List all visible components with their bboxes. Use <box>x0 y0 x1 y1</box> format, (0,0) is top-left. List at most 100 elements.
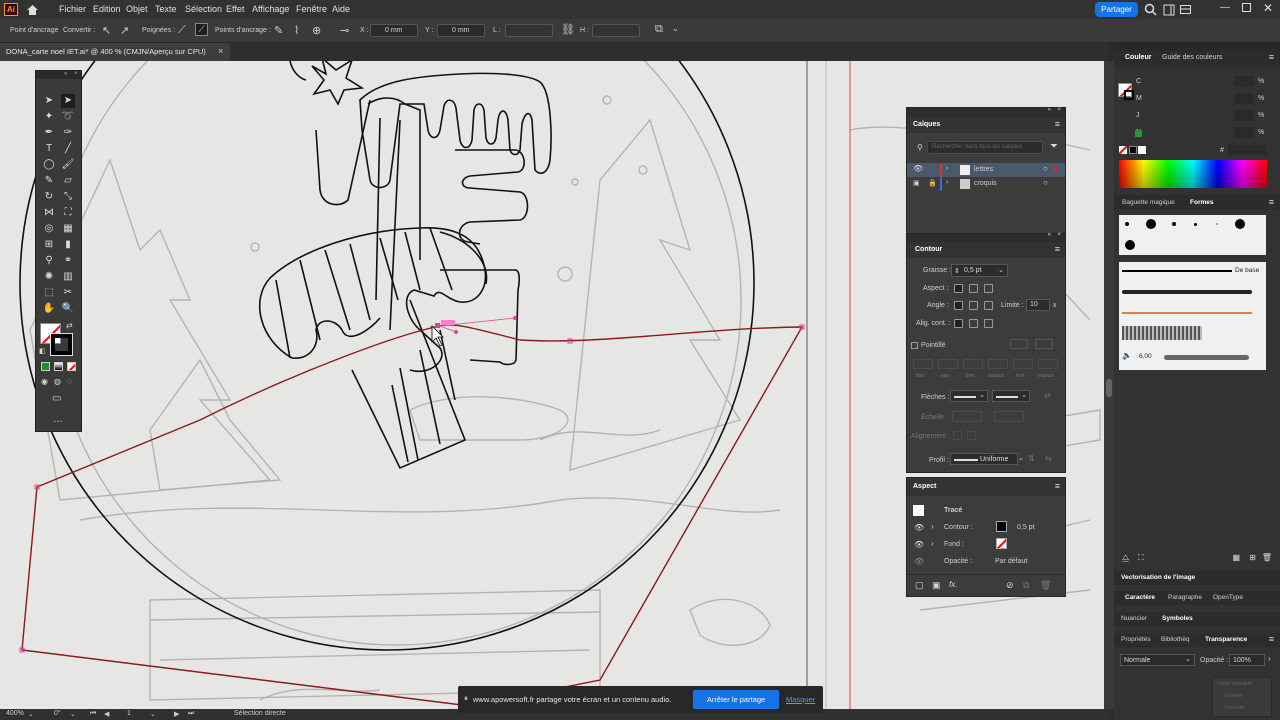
cmyk-m-field[interactable] <box>1234 93 1254 104</box>
minimize-icon[interactable]: — <box>1220 2 1230 13</box>
brush-tip[interactable] <box>1146 219 1156 229</box>
first-artboard-icon[interactable]: ⏮ <box>90 710 96 718</box>
artboard-number[interactable]: 1 <box>127 710 131 717</box>
gradient-tool-icon[interactable]: ▮ <box>61 238 75 252</box>
align-h-icon[interactable]: ⊸ <box>340 24 349 37</box>
none-mode-button[interactable] <box>67 362 76 371</box>
menu-affichage[interactable]: Affichage <box>252 4 289 14</box>
zoom-tool-icon[interactable]: 🔍 <box>61 302 75 316</box>
tab-guide-couleurs[interactable]: Guide des couleurs <box>1162 54 1222 61</box>
handle-point[interactable] <box>513 316 517 320</box>
trash-icon[interactable]: 🗑 <box>1262 553 1272 562</box>
selection-tool-icon[interactable]: ➤ <box>42 94 56 108</box>
tab-transparence[interactable]: Transparence <box>1205 636 1247 643</box>
gradient-mode-button[interactable] <box>54 362 63 371</box>
delete-icon[interactable]: ▦ <box>1232 553 1240 562</box>
tab-vectorisation[interactable]: Vectorisation de l'image <box>1121 574 1195 581</box>
expand-arrow-icon[interactable]: › <box>1268 654 1271 663</box>
more-chevron-icon[interactable]: ⌄ <box>672 24 679 33</box>
show-handles-icon[interactable]: ⟋ <box>178 24 186 37</box>
tab-opentype[interactable]: OpenType <box>1213 594 1243 601</box>
menu-effet[interactable]: Effet <box>226 4 244 14</box>
menu-aide[interactable]: Aide <box>332 4 350 14</box>
limit-field[interactable]: 10 <box>1026 299 1050 311</box>
draw-normal-icon[interactable]: ◉ <box>41 377 48 386</box>
round-cap-icon[interactable] <box>969 284 978 293</box>
lasso-tool-icon[interactable]: ➰ <box>61 110 75 124</box>
brush-tip[interactable] <box>1216 223 1218 225</box>
green-swatch[interactable] <box>1135 130 1142 137</box>
stroke-attr-label[interactable]: Contour : <box>944 524 973 531</box>
shaper-tool-icon[interactable]: ✎ <box>42 174 56 188</box>
slice-tool-icon[interactable]: ✂ <box>61 286 75 300</box>
panel-menu-icon[interactable]: ≡ <box>1269 634 1274 644</box>
end-arrowhead-select[interactable]: ⌄ <box>992 390 1030 402</box>
search-icon[interactable] <box>1144 3 1157 16</box>
y-field[interactable]: 0 mm <box>437 24 485 37</box>
tab-caractere[interactable]: Caractère <box>1125 594 1155 601</box>
convert-corner-icon[interactable]: ↖ <box>102 24 111 37</box>
clear-appearance-icon[interactable]: ⊘ <box>1006 580 1014 591</box>
arrange-docs-icon[interactable] <box>1180 5 1191 14</box>
draw-inside-icon[interactable]: ◌ <box>67 377 72 386</box>
filter-icon[interactable]: ⏷ <box>1050 141 1058 152</box>
fx-icon[interactable]: fx. <box>949 580 957 589</box>
visibility-eye-icon[interactable]: 👁 <box>913 164 923 173</box>
zoom-chevron-icon[interactable]: ⌄ <box>28 710 34 718</box>
none-swatch[interactable] <box>1119 146 1127 154</box>
visibility-eye-icon[interactable]: 👁 <box>914 523 924 532</box>
new-icon[interactable]: ⊞ <box>1249 553 1256 562</box>
stroke-swatch[interactable] <box>50 333 73 356</box>
tab-baguette-magique[interactable]: Baguette magique <box>1122 199 1175 206</box>
visibility-eye-icon[interactable]: 👁 <box>914 540 924 549</box>
workspace-icon[interactable] <box>1163 4 1175 16</box>
panel-menu-icon[interactable]: ≡ <box>1269 197 1274 207</box>
opacity-attr-label[interactable]: Opacité : <box>944 558 972 565</box>
appearance-panel-title[interactable]: Aspect <box>913 483 936 490</box>
fill-none-swatch[interactable] <box>996 538 1007 549</box>
brush-orange-stroke[interactable] <box>1122 312 1252 314</box>
graph-tool-icon[interactable]: ▥ <box>61 270 75 284</box>
direct-selection-tool-icon[interactable]: ➤ <box>61 94 75 108</box>
transform-icon[interactable]: ⧉ <box>655 23 663 36</box>
rotation-value[interactable]: 0° <box>54 710 61 717</box>
swap-arrows-icon[interactable]: ⇄ <box>1044 391 1051 400</box>
brush-thick-stroke[interactable] <box>1164 355 1249 360</box>
brush-basic[interactable] <box>1122 270 1232 272</box>
brush-tip[interactable] <box>1125 222 1129 226</box>
screen-mode-icon[interactable]: ▭ <box>52 393 61 404</box>
menu-fenetre[interactable]: Fenêtre <box>296 4 327 14</box>
duplicate-item-icon[interactable]: ⧉ <box>1023 580 1029 591</box>
selected-path[interactable] <box>19 316 805 707</box>
draw-behind-icon[interactable]: ◍ <box>54 377 61 386</box>
delete-item-icon[interactable]: 🗑 <box>1040 580 1051 591</box>
flip-profile-icon[interactable]: ⇅ <box>1028 454 1035 463</box>
menu-objet[interactable]: Objet <box>126 4 148 14</box>
layers-search-input[interactable]: Rechercher dans tous les calques <box>927 141 1043 154</box>
cmyk-n-field[interactable] <box>1234 127 1254 138</box>
blend-mode-select[interactable]: Normale ⌄ <box>1120 654 1195 666</box>
make-mask-button[interactable]: Créer masque <box>1217 681 1252 687</box>
color-spectrum[interactable] <box>1119 160 1267 188</box>
stroke-color-swatch[interactable] <box>996 521 1007 532</box>
cut-path-icon[interactable]: ⌇ <box>294 24 299 37</box>
black-swatch[interactable] <box>1129 146 1137 154</box>
ellipse-tool-icon[interactable]: ◯ <box>42 158 56 172</box>
h-field[interactable] <box>592 24 640 37</box>
align-outside-icon[interactable] <box>984 319 993 328</box>
cmyk-c-field[interactable] <box>1234 76 1254 87</box>
rotation-chevron-icon[interactable]: ⌄ <box>70 710 76 718</box>
free-transform-tool-icon[interactable]: ⛶ <box>61 206 75 220</box>
hex-field[interactable] <box>1228 145 1266 155</box>
tab-nuancier[interactable]: Nuancier <box>1121 615 1147 622</box>
cmyk-j-field[interactable] <box>1234 110 1254 121</box>
swap-colors-icon[interactable]: ⇄ <box>66 321 73 330</box>
scroll-thumb[interactable] <box>1106 379 1112 397</box>
layer-row[interactable]: ▣ 🔒 › croquis ○ <box>907 177 1065 191</box>
hand-tool-icon[interactable]: ✋ <box>42 302 56 316</box>
miter-join-icon[interactable] <box>954 301 963 310</box>
line-tool-icon[interactable]: ╱ <box>61 142 75 156</box>
stroke-panel-title[interactable]: Contour <box>915 246 942 253</box>
x-field[interactable]: 0 mm <box>370 24 418 37</box>
projecting-cap-icon[interactable] <box>984 284 993 293</box>
